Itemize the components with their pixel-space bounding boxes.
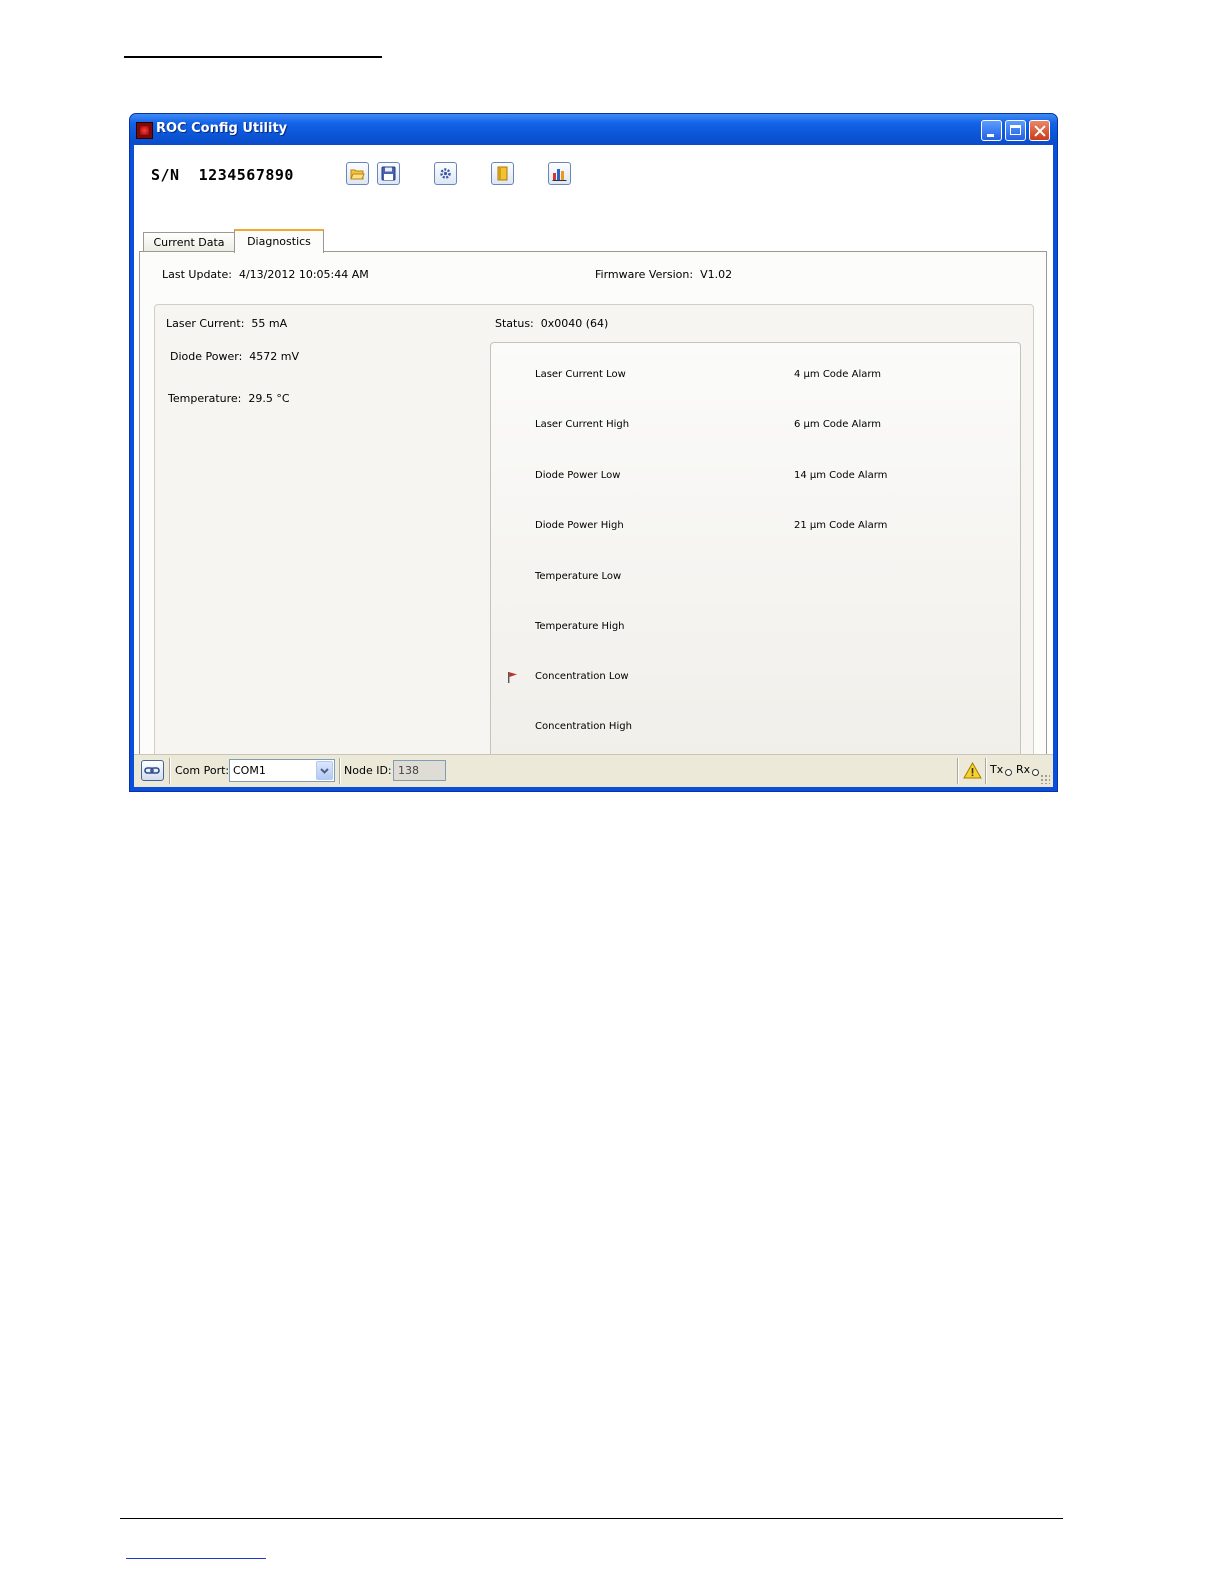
bar-chart-icon bbox=[552, 169, 567, 181]
flag-temperature-high: Temperature High bbox=[535, 621, 625, 632]
com-port-select[interactable]: COM1 bbox=[229, 759, 335, 782]
client-area: S/N 1234567890 Current Data Diagnostics … bbox=[134, 145, 1053, 787]
temperature-value: 29.5 °C bbox=[248, 392, 290, 405]
link-icon bbox=[144, 767, 160, 774]
document-footer-rule bbox=[120, 1518, 1063, 1519]
node-id-field[interactable]: 138 bbox=[393, 760, 446, 781]
flag-concentration-low: Concentration Low bbox=[535, 671, 629, 682]
red-flag-icon bbox=[508, 672, 517, 683]
chart-button[interactable] bbox=[548, 162, 571, 185]
settings-gear-icon bbox=[440, 168, 451, 179]
diode-power: Diode Power: 4572 mV bbox=[170, 350, 299, 363]
resize-grip[interactable] bbox=[1040, 774, 1050, 784]
temperature: Temperature: 29.5 °C bbox=[168, 392, 290, 405]
firmware-label: Firmware Version: bbox=[595, 268, 694, 281]
manual-button[interactable] bbox=[491, 162, 514, 185]
title-bar[interactable]: ROC Config Utility bbox=[130, 114, 1057, 145]
flag-diode-power-low: Diode Power Low bbox=[535, 470, 621, 481]
save-button[interactable] bbox=[377, 162, 400, 185]
flag-laser-current-low: Laser Current Low bbox=[535, 369, 626, 380]
app-window: ROC Config Utility S/N 1234567890 Curren… bbox=[129, 113, 1058, 792]
connect-button[interactable] bbox=[141, 760, 164, 781]
status-separator bbox=[339, 758, 341, 784]
status-separator bbox=[985, 758, 987, 784]
flag-laser-current-high: Laser Current High bbox=[535, 419, 630, 430]
document-footer-link-rule bbox=[126, 1558, 266, 1559]
status-value: 0x0040 (64) bbox=[540, 317, 609, 330]
open-button[interactable] bbox=[346, 162, 369, 185]
minimize-button[interactable] bbox=[981, 120, 1002, 141]
serial-number: S/N 1234567890 bbox=[151, 166, 294, 184]
settings-button[interactable] bbox=[434, 162, 457, 185]
status: Status: 0x0040 (64) bbox=[495, 317, 608, 330]
document-header-rule bbox=[124, 56, 382, 58]
diagnostics-panel: Last Update: 4/13/2012 10:05:44 AM Firmw… bbox=[139, 251, 1047, 783]
flag-14um-code-alarm: 14 µm Code Alarm bbox=[794, 470, 888, 481]
header-row: S/N 1234567890 bbox=[134, 145, 1053, 200]
serial-value: 1234567890 bbox=[198, 166, 294, 184]
rx-label: Rx bbox=[1016, 763, 1031, 776]
firmware-value: V1.02 bbox=[700, 268, 733, 281]
save-disk-icon bbox=[381, 166, 396, 181]
book-icon bbox=[497, 166, 508, 181]
status-bar: Com Port: COM1 Node ID: 138 Tx Rx bbox=[134, 754, 1053, 787]
status-flags-box: Laser Current Low Laser Current High Dio… bbox=[490, 342, 1021, 758]
laser-current-value: 55 mA bbox=[251, 317, 288, 330]
laser-current: Laser Current: 55 mA bbox=[166, 317, 287, 330]
diode-power-label: Diode Power: bbox=[170, 350, 243, 363]
laser-current-label: Laser Current: bbox=[166, 317, 245, 330]
status-label: Status: bbox=[495, 317, 534, 330]
dropdown-button[interactable] bbox=[316, 761, 333, 780]
warning-icon bbox=[963, 762, 982, 779]
com-port-label: Com Port: bbox=[175, 764, 230, 777]
flag-temperature-low: Temperature Low bbox=[535, 571, 622, 582]
last-update: Last Update: 4/13/2012 10:05:44 AM bbox=[162, 268, 369, 281]
last-update-value: 4/13/2012 10:05:44 AM bbox=[238, 268, 369, 281]
node-id-label: Node ID: bbox=[344, 764, 392, 777]
maximize-button[interactable] bbox=[1005, 120, 1026, 141]
diode-power-value: 4572 mV bbox=[249, 350, 300, 363]
flag-21um-code-alarm: 21 µm Code Alarm bbox=[794, 520, 888, 531]
flag-diode-power-high: Diode Power High bbox=[535, 520, 624, 531]
last-update-label: Last Update: bbox=[162, 268, 232, 281]
window-title: ROC Config Utility bbox=[156, 121, 288, 136]
com-port-value: COM1 bbox=[233, 764, 266, 777]
rx-indicator bbox=[1032, 769, 1039, 776]
serial-label: S/N bbox=[151, 166, 180, 184]
flag-4um-code-alarm: 4 µm Code Alarm bbox=[794, 369, 882, 380]
temperature-label: Temperature: bbox=[168, 392, 242, 405]
tab-diagnostics[interactable]: Diagnostics bbox=[234, 229, 324, 253]
flag-6um-code-alarm: 6 µm Code Alarm bbox=[794, 419, 882, 430]
chevron-down-icon bbox=[320, 768, 329, 774]
status-separator bbox=[169, 758, 171, 784]
diagnostics-group: Laser Current: 55 mA Diode Power: 4572 m… bbox=[154, 304, 1034, 771]
firmware-version: Firmware Version: V1.02 bbox=[595, 268, 732, 281]
tab-current-data[interactable]: Current Data bbox=[143, 232, 235, 252]
open-folder-icon bbox=[350, 169, 365, 180]
app-icon bbox=[136, 122, 153, 139]
close-button[interactable] bbox=[1029, 120, 1050, 141]
flag-concentration-high: Concentration High bbox=[535, 721, 632, 732]
tx-indicator bbox=[1005, 769, 1012, 776]
tx-label: Tx bbox=[990, 763, 1004, 776]
status-separator bbox=[957, 758, 959, 784]
